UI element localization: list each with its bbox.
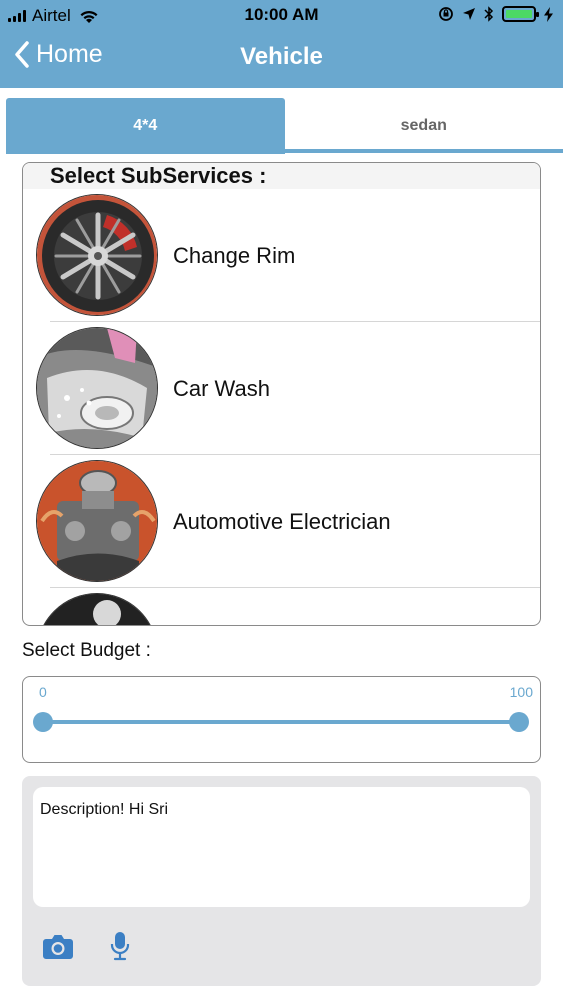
vehicle-tabs: 4*4 sedan bbox=[6, 98, 563, 154]
list-item[interactable]: Automotive Electrician bbox=[23, 455, 540, 588]
list-item[interactable] bbox=[23, 588, 540, 625]
tab-4x4[interactable]: 4*4 bbox=[6, 98, 285, 154]
list-item-label: Automotive Electrician bbox=[173, 508, 391, 534]
subservices-list[interactable]: Select SubServices : Change Rim Car Wash… bbox=[22, 162, 541, 626]
description-panel bbox=[22, 776, 541, 986]
subservices-heading: Select SubServices : bbox=[23, 163, 540, 189]
status-bar: Airtel 10:00 AM bbox=[0, 0, 563, 30]
battery-icon bbox=[502, 6, 539, 22]
top-bar: Airtel 10:00 AM Home Vehicle bbox=[0, 0, 563, 88]
camera-icon bbox=[43, 934, 73, 959]
microphone-button[interactable] bbox=[108, 929, 132, 963]
rim-image bbox=[36, 194, 158, 316]
status-right bbox=[438, 6, 553, 22]
budget-slider: 0 100 bbox=[22, 676, 541, 763]
slider-range bbox=[43, 720, 519, 724]
list-item[interactable]: Change Rim bbox=[23, 189, 540, 322]
slider-track[interactable] bbox=[33, 712, 529, 732]
charging-icon bbox=[544, 6, 553, 22]
slider-max-label: 100 bbox=[509, 684, 533, 700]
tab-indicator bbox=[6, 149, 563, 153]
slider-max-handle[interactable] bbox=[509, 712, 529, 732]
slider-min-label: 0 bbox=[39, 684, 47, 700]
microphone-icon bbox=[110, 932, 130, 961]
list-item[interactable]: Car Wash bbox=[23, 322, 540, 455]
list-item-label: Car Wash bbox=[173, 375, 270, 401]
list-item-label: Change Rim bbox=[173, 242, 296, 268]
slider-min-handle[interactable] bbox=[33, 712, 53, 732]
tab-sedan[interactable]: sedan bbox=[285, 98, 563, 154]
orientation-lock-icon bbox=[438, 6, 454, 22]
car-wash-image bbox=[36, 327, 158, 449]
service-image bbox=[36, 593, 158, 625]
engine-image bbox=[36, 460, 158, 582]
camera-button[interactable] bbox=[42, 931, 74, 961]
location-icon bbox=[462, 7, 476, 21]
description-field[interactable] bbox=[33, 787, 530, 907]
page-title: Vehicle bbox=[240, 43, 323, 70]
bluetooth-icon bbox=[484, 6, 494, 22]
budget-label: Select Budget : bbox=[22, 640, 151, 661]
